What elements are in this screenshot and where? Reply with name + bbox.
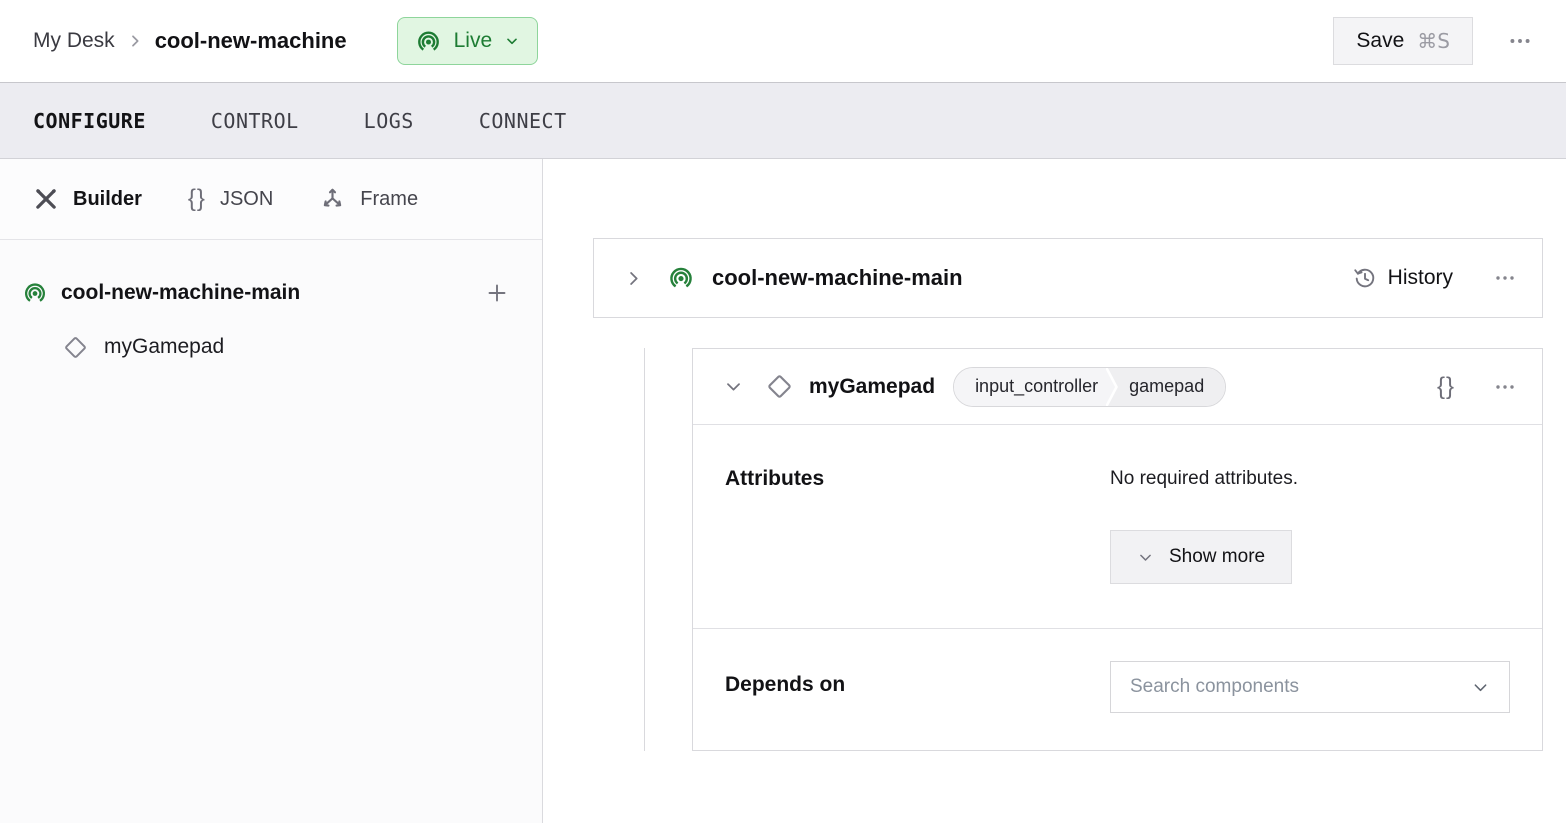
breadcrumb-parent-link[interactable]: My Desk: [33, 29, 115, 53]
axes-icon: [319, 186, 346, 213]
tools-icon: [33, 186, 59, 212]
config-sidebar: Builder {} JSON Frame: [0, 159, 543, 823]
save-shortcut-hint: ⌘S: [1417, 29, 1450, 53]
mode-builder-label: Builder: [73, 188, 142, 211]
show-more-label: Show more: [1169, 546, 1265, 568]
show-more-button[interactable]: Show more: [1110, 530, 1292, 584]
machine-part-tree: cool-new-machine-main myGamepad: [0, 240, 542, 374]
component-title: myGamepad: [809, 375, 935, 399]
breadcrumb: My Desk cool-new-machine: [33, 28, 347, 54]
attributes-section: Attributes No required attributes. Show …: [693, 425, 1542, 628]
view-mode-switcher: Builder {} JSON Frame: [0, 159, 542, 240]
component-type-badge: input_controller gamepad: [953, 367, 1226, 407]
history-clock-icon: [1353, 266, 1377, 290]
component-type: input_controller: [954, 368, 1106, 406]
collapse-chevron-down-icon[interactable]: [724, 377, 743, 396]
component-card: myGamepad input_controller gamepad {}: [692, 348, 1543, 751]
tree-item-machine-part[interactable]: cool-new-machine-main: [22, 266, 509, 320]
tab-control[interactable]: CONTROL: [211, 109, 299, 133]
mode-frame[interactable]: Frame: [319, 186, 418, 213]
expand-chevron-right-icon[interactable]: [624, 269, 643, 288]
tree-item-component[interactable]: myGamepad: [63, 320, 509, 374]
ellipsis-icon: [1507, 28, 1533, 54]
history-button[interactable]: History: [1353, 266, 1453, 290]
component-card-header: myGamepad input_controller gamepad {}: [693, 349, 1542, 425]
machine-part-icon: [667, 264, 695, 292]
view-json-icon[interactable]: {}: [1437, 375, 1455, 399]
component-card-menu-button[interactable]: [1493, 375, 1517, 399]
component-diamond-icon: [766, 373, 793, 400]
machine-part-card: cool-new-machine-main History: [593, 238, 1543, 318]
component-tree-rail: myGamepad input_controller gamepad {}: [644, 348, 1543, 751]
tab-configure[interactable]: CONFIGURE: [33, 109, 146, 133]
live-status-dropdown[interactable]: Live: [397, 17, 539, 65]
tree-machine-name: cool-new-machine-main: [61, 281, 300, 305]
depends-on-select[interactable]: Search components: [1110, 661, 1510, 713]
machine-part-icon: [22, 280, 48, 306]
badge-divider-chevron: [1106, 368, 1121, 406]
add-component-button[interactable]: [485, 281, 509, 305]
top-bar: My Desk cool-new-machine Live Save ⌘S: [0, 0, 1566, 82]
chevron-down-icon: [1137, 549, 1154, 566]
depends-on-section: Depends on Search components: [693, 628, 1542, 750]
plus-icon: [485, 281, 509, 305]
chevron-down-icon: [504, 33, 520, 49]
chevron-down-icon: [1471, 678, 1490, 697]
ellipsis-icon: [1493, 375, 1517, 399]
history-label: History: [1388, 266, 1453, 290]
save-button[interactable]: Save ⌘S: [1333, 17, 1473, 65]
machine-live-icon: [415, 28, 442, 55]
tree-component-name: myGamepad: [104, 335, 224, 359]
mode-builder[interactable]: Builder: [33, 186, 142, 212]
save-label: Save: [1356, 29, 1404, 53]
machine-part-title: cool-new-machine-main: [712, 265, 963, 291]
machine-card-menu-button[interactable]: [1493, 266, 1517, 290]
depends-on-placeholder: Search components: [1130, 676, 1299, 698]
ellipsis-icon: [1493, 266, 1517, 290]
mode-json-label: JSON: [220, 188, 273, 211]
braces-icon: {}: [188, 187, 206, 211]
tab-connect[interactable]: CONNECT: [479, 109, 567, 133]
chevron-right-icon: [127, 33, 143, 49]
live-label: Live: [454, 29, 493, 53]
topbar-overflow-menu-button[interactable]: [1507, 28, 1533, 54]
machine-tab-bar: CONFIGURE CONTROL LOGS CONNECT: [0, 82, 1566, 159]
breadcrumb-current: cool-new-machine: [155, 28, 347, 54]
depends-on-label: Depends on: [725, 661, 1110, 713]
component-diamond-icon: [63, 335, 88, 360]
mode-frame-label: Frame: [360, 188, 418, 211]
component-model: gamepad: [1121, 368, 1225, 406]
attributes-label: Attributes: [725, 465, 1110, 584]
config-main-panel: cool-new-machine-main History: [543, 159, 1566, 823]
attributes-empty-text: No required attributes.: [1110, 465, 1510, 490]
mode-json[interactable]: {} JSON: [188, 187, 273, 211]
tab-logs[interactable]: LOGS: [364, 109, 414, 133]
